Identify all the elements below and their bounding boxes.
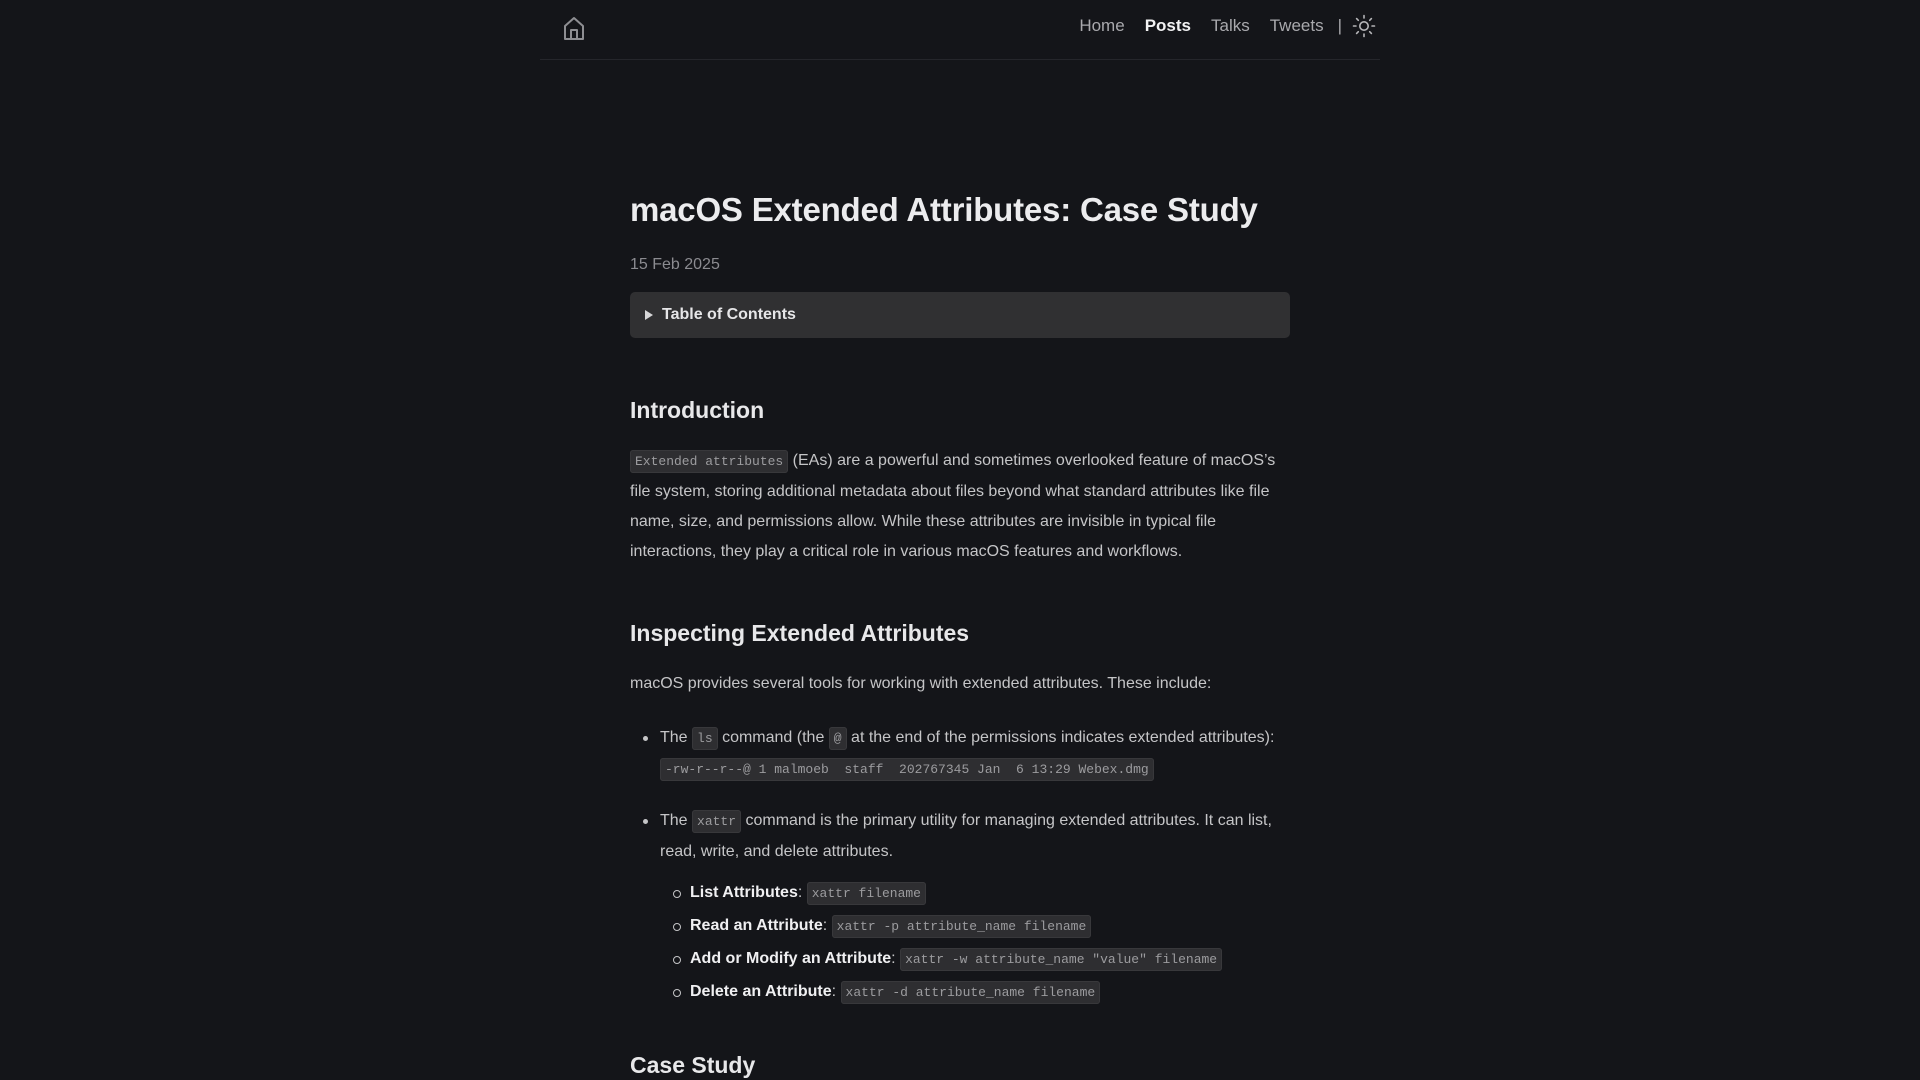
theme-toggle-button[interactable] (1352, 14, 1376, 38)
item-label: List Attributes (690, 884, 798, 901)
inline-code: xattr -d attribute_name filename (840, 981, 1101, 1004)
inline-code-xattr: xattr (692, 810, 742, 833)
sun-icon (1352, 14, 1376, 38)
inline-code: xattr -p attribute_name filename (831, 915, 1092, 938)
nav-posts[interactable]: Posts (1145, 16, 1191, 36)
table-of-contents-toggle[interactable]: Table of Contents (630, 292, 1290, 338)
main-nav: Home Posts Talks Tweets | (1059, 14, 1376, 38)
list-item: Delete an Attribute: xattr -d attribute_… (660, 976, 1290, 1009)
inline-code-at: @ (828, 727, 847, 750)
inline-code: Extended attributes (630, 450, 789, 473)
item-label: Add or Modify an Attribute (690, 950, 892, 967)
text: at the end of the permissions indicates … (846, 729, 1275, 746)
inline-code: xattr filename (806, 882, 926, 905)
list-item-xattr: The xattr command is the primary utility… (630, 806, 1290, 1009)
text: command (the (717, 729, 829, 746)
list-item: Add or Modify an Attribute: xattr -w att… (660, 943, 1290, 976)
expand-triangle-icon (645, 310, 653, 320)
xattr-subcommand-list: List Attributes: xattr filename Read an … (660, 877, 1290, 1009)
list-item-ls: The ls command (the @ at the end of the … (630, 723, 1290, 784)
intro-paragraph: Extended attributes (EAs) are a powerful… (630, 446, 1290, 567)
nav-separator: | (1337, 16, 1342, 35)
nav-talks[interactable]: Talks (1211, 16, 1250, 36)
text: command is the primary utility for manag… (660, 812, 1272, 860)
post-date: 15 Feb 2025 (630, 256, 720, 273)
list-item: Read an Attribute: xattr -p attribute_na… (660, 910, 1290, 943)
tools-paragraph: macOS provides several tools for working… (630, 675, 1212, 692)
article: macOS Extended Attributes: Case Study 15… (630, 186, 1290, 1080)
text: The (660, 812, 693, 829)
nav-home[interactable]: Home (1079, 16, 1124, 36)
heading-introduction: Introduction (630, 397, 765, 423)
site-header: Home Posts Talks Tweets | (540, 0, 1380, 60)
page-title: macOS Extended Attributes: Case Study (630, 191, 1258, 228)
ls-output-code: -rw-r--r--@ 1 malmoeb staff 202767345 Ja… (660, 758, 1154, 781)
home-link[interactable] (561, 15, 587, 41)
item-label: Delete an Attribute (690, 983, 832, 1000)
toc-label: Table of Contents (662, 306, 796, 323)
heading-case-study: Case Study (630, 1052, 756, 1078)
heading-inspecting: Inspecting Extended Attributes (630, 620, 970, 646)
tools-list: The ls command (the @ at the end of the … (630, 723, 1290, 1009)
text: The (660, 729, 693, 746)
home-icon (564, 17, 584, 40)
inline-code: xattr -w attribute_name "value" filename (900, 948, 1223, 971)
nav-tweets[interactable]: Tweets (1270, 16, 1324, 36)
item-label: Read an Attribute (690, 917, 823, 934)
inline-code-ls: ls (692, 727, 718, 750)
list-item: List Attributes: xattr filename (660, 877, 1290, 910)
